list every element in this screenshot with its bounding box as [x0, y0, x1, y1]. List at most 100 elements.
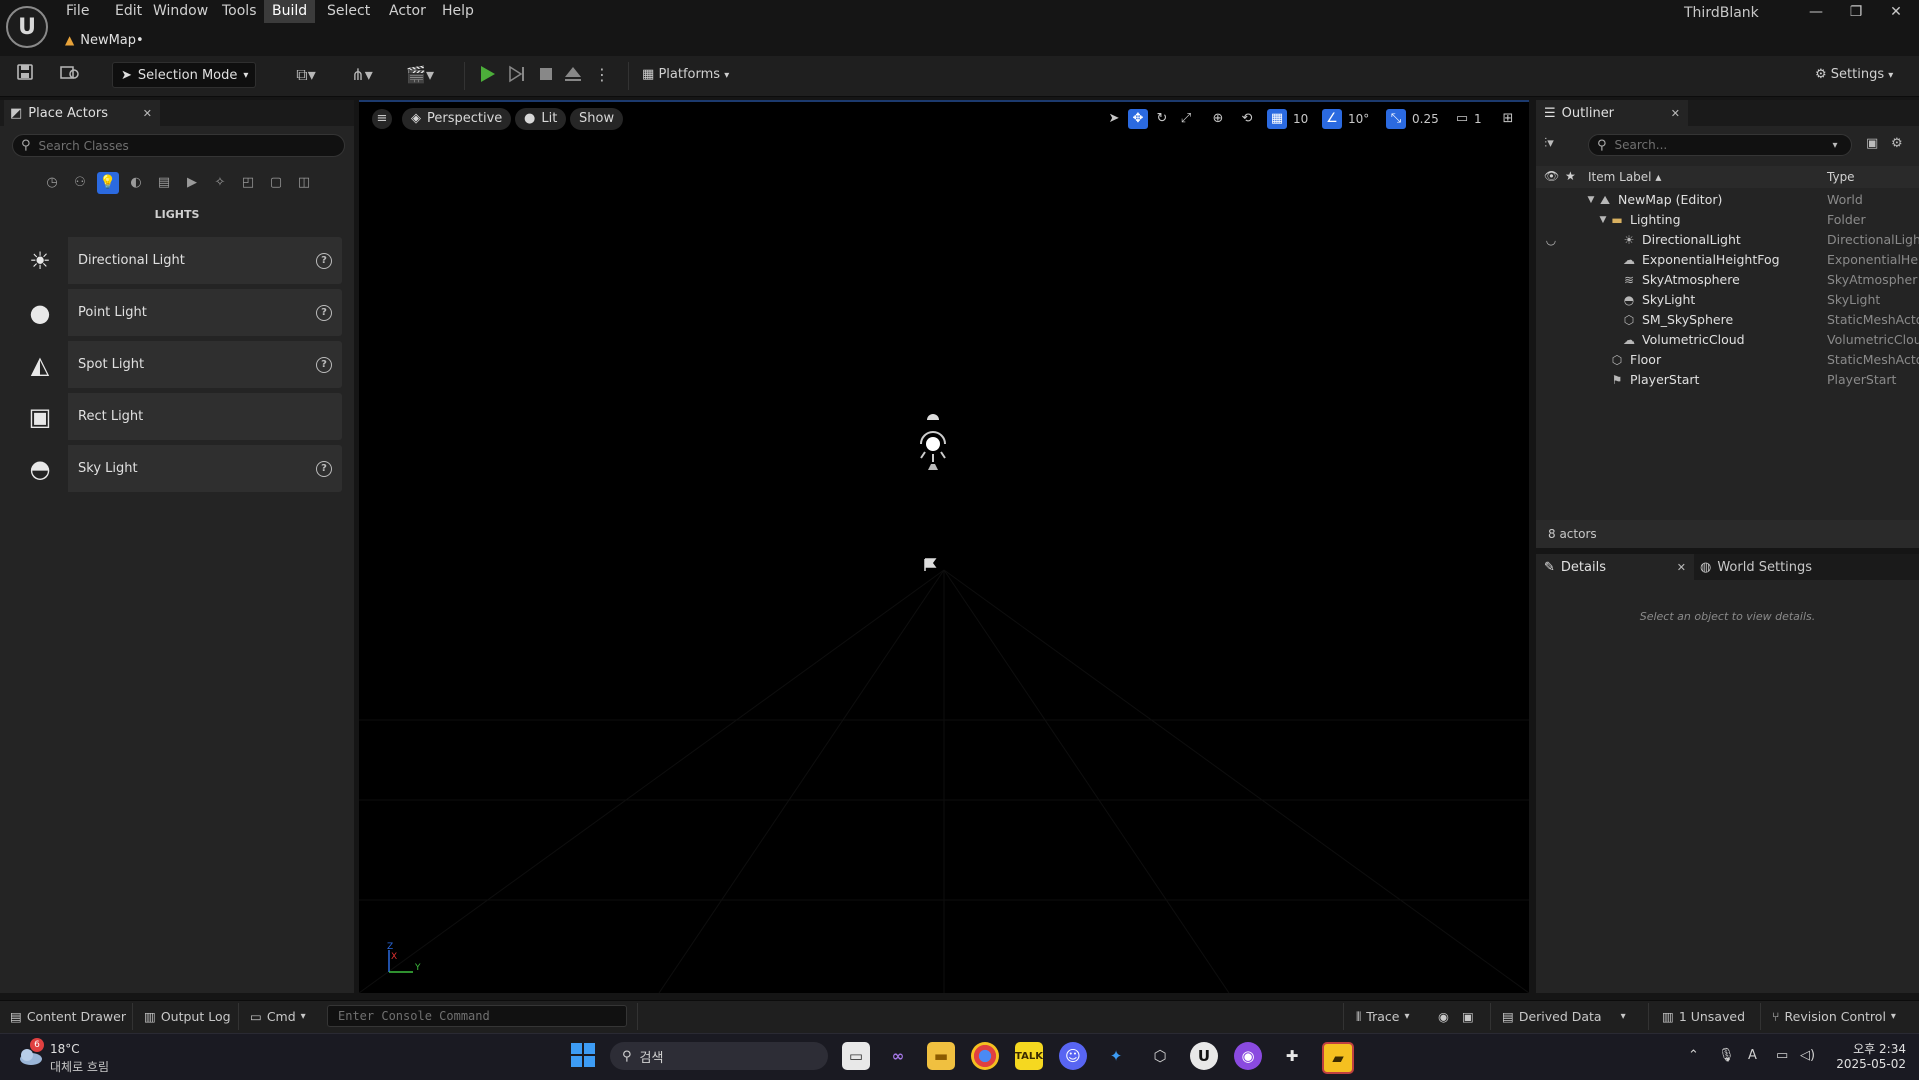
- outliner-row[interactable]: ▼ ▬ Lighting Folder: [1536, 210, 1919, 230]
- unsaved-button[interactable]: ▥ 1 Unsaved: [1662, 1007, 1745, 1027]
- outliner-row[interactable]: ◓ SkyLight SkyLight: [1536, 290, 1919, 310]
- expander-icon[interactable]: ▼: [1596, 210, 1610, 230]
- network-icon[interactable]: ▭: [1776, 1048, 1788, 1063]
- advance-frame-icon[interactable]: [508, 65, 526, 83]
- visual-studio-icon[interactable]: ∞: [884, 1042, 912, 1070]
- start-button-icon[interactable]: [570, 1042, 598, 1070]
- outliner-row[interactable]: ☁ VolumetricCloud VolumetricClou: [1536, 330, 1919, 350]
- close-icon[interactable]: ✕: [143, 107, 152, 120]
- tab-place-actors[interactable]: ◩ Place Actors ✕: [4, 100, 160, 126]
- visibility-column-icon[interactable]: 👁: [1544, 169, 1559, 183]
- output-log-button[interactable]: ▥ Output Log: [144, 1007, 231, 1027]
- help-icon[interactable]: ?: [316, 304, 332, 321]
- outliner-search-box[interactable]: ⚲ ▾: [1588, 134, 1852, 156]
- grid-snap-icon[interactable]: ▦: [1267, 109, 1287, 129]
- clock-date[interactable]: 2025-05-02: [1830, 1057, 1906, 1071]
- scale-snap-value[interactable]: 0.25: [1412, 109, 1439, 129]
- actor-item[interactable]: ● Point Light?: [12, 289, 342, 336]
- help-icon[interactable]: ?: [316, 460, 332, 477]
- menu-window[interactable]: Window: [145, 0, 216, 23]
- scale-tool-icon[interactable]: ⤢: [1176, 109, 1196, 129]
- outliner-search-input[interactable]: [1612, 137, 1827, 153]
- taskbar-search[interactable]: ⚲ 검색: [610, 1042, 828, 1070]
- outliner-row[interactable]: ☀ DirectionalLight DirectionalLigh ◡: [1536, 230, 1919, 250]
- actor-item[interactable]: ◓ Sky Light?: [12, 445, 342, 492]
- chevron-up-icon[interactable]: ⌃: [1688, 1048, 1699, 1063]
- menu-file[interactable]: File: [58, 0, 97, 23]
- stop-icon[interactable]: [537, 65, 555, 83]
- actor-item[interactable]: ◭ Spot Light?: [12, 341, 342, 388]
- level-viewport[interactable]: Z X Y: [359, 100, 1529, 993]
- help-icon[interactable]: ?: [316, 356, 332, 373]
- viewport-menu-icon[interactable]: ≡: [372, 109, 392, 129]
- record-icon[interactable]: ◉: [1438, 1007, 1449, 1027]
- all-classes-icon[interactable]: ▢: [265, 172, 287, 194]
- temperature[interactable]: 18°C: [50, 1042, 80, 1056]
- sticky-notes-icon[interactable]: ▰: [1322, 1042, 1354, 1074]
- view-mode-button[interactable]: ● Lit: [515, 108, 567, 130]
- rotation-snap-icon[interactable]: ∠: [1322, 109, 1342, 129]
- weather-description[interactable]: 대체로 흐림: [50, 1058, 109, 1075]
- menu-tools[interactable]: Tools: [214, 0, 265, 23]
- app-icon[interactable]: ✦: [1102, 1042, 1130, 1070]
- actor-item[interactable]: ▣ Rect Light: [12, 393, 342, 440]
- player-start-icon[interactable]: [922, 557, 940, 573]
- unreal-logo-icon[interactable]: U: [6, 6, 48, 48]
- browse-content-icon[interactable]: [58, 63, 82, 87]
- console-command-box[interactable]: [327, 1005, 627, 1027]
- gear-icon[interactable]: ⚙: [1891, 136, 1903, 151]
- close-icon[interactable]: ✕: [1671, 107, 1680, 120]
- geometry-icon[interactable]: ◰: [237, 172, 259, 194]
- select-tool-icon[interactable]: ➤: [1104, 109, 1124, 129]
- camera-speed-value[interactable]: 1: [1474, 109, 1482, 129]
- light-actor-billboard[interactable]: [913, 412, 953, 482]
- maximize-viewport-icon[interactable]: ⊞: [1498, 109, 1518, 129]
- cmd-dropdown[interactable]: ▭ Cmd ▾: [250, 1007, 306, 1027]
- chrome-icon[interactable]: [971, 1042, 999, 1070]
- surface-snap-icon[interactable]: ⟲: [1237, 109, 1257, 129]
- actor-item[interactable]: ☀ Directional Light?: [12, 237, 342, 284]
- tab-world-settings[interactable]: ◍ World Settings: [1700, 554, 1812, 580]
- menu-help[interactable]: Help: [434, 0, 482, 23]
- unity-icon[interactable]: ⬡: [1146, 1042, 1174, 1070]
- play-icon[interactable]: [478, 65, 496, 83]
- outliner-row[interactable]: ⚑ PlayerStart PlayerStart: [1536, 370, 1919, 390]
- weather-icon[interactable]: 6: [16, 1038, 44, 1070]
- cinematic-icon[interactable]: ▤: [153, 172, 175, 194]
- kakaotalk-icon[interactable]: TALK: [1015, 1042, 1043, 1070]
- lights-icon[interactable]: 💡: [97, 172, 119, 194]
- menu-edit[interactable]: Edit: [107, 0, 150, 23]
- menu-select[interactable]: Select: [319, 0, 378, 23]
- unreal-engine-icon[interactable]: U: [1190, 1042, 1218, 1070]
- more-options-icon[interactable]: ⋮: [594, 63, 610, 87]
- github-icon[interactable]: ◉: [1234, 1042, 1262, 1070]
- misc-icon[interactable]: ◫: [293, 172, 315, 194]
- camera-speed-icon[interactable]: ▭: [1452, 109, 1472, 129]
- restore-icon[interactable]: ❐: [1836, 0, 1876, 24]
- console-command-input[interactable]: [336, 1008, 620, 1024]
- filter-icon[interactable]: ⫶▾: [1544, 136, 1554, 151]
- cinematics-icon[interactable]: 🎬▾: [400, 63, 440, 87]
- close-icon[interactable]: ✕: [1677, 561, 1686, 574]
- outliner-row[interactable]: ⬡ SM_SkySphere StaticMeshActo: [1536, 310, 1919, 330]
- slack-icon[interactable]: ✚: [1278, 1042, 1306, 1070]
- add-actor-icon[interactable]: ⧉▾: [286, 63, 326, 87]
- close-icon[interactable]: ✕: [1876, 0, 1916, 24]
- level-tab[interactable]: ▲ NewMap•: [65, 29, 144, 51]
- rotation-snap-value[interactable]: 10°: [1348, 109, 1369, 129]
- world-local-icon[interactable]: ⊕: [1208, 109, 1228, 129]
- visibility-toggle-icon[interactable]: ◡: [1544, 230, 1558, 250]
- discord-icon[interactable]: ☺: [1059, 1042, 1087, 1070]
- volume-icon[interactable]: ◁): [1800, 1048, 1815, 1063]
- eject-icon[interactable]: [564, 65, 582, 83]
- perspective-button[interactable]: ◈ Perspective: [402, 108, 512, 130]
- tab-outliner[interactable]: ☰ Outliner ✕: [1536, 100, 1688, 126]
- file-explorer-icon[interactable]: ▬: [927, 1042, 955, 1070]
- rotate-tool-icon[interactable]: ↻: [1152, 109, 1172, 129]
- outliner-row[interactable]: ≋ SkyAtmosphere SkyAtmospher: [1536, 270, 1919, 290]
- visual-effects-icon[interactable]: ▶: [181, 172, 203, 194]
- pin-column-icon[interactable]: ★: [1565, 169, 1576, 183]
- selection-mode-dropdown[interactable]: ➤ Selection Mode ▾: [112, 62, 256, 88]
- grid-snap-value[interactable]: 10: [1293, 109, 1308, 129]
- menu-build[interactable]: Build: [264, 0, 316, 23]
